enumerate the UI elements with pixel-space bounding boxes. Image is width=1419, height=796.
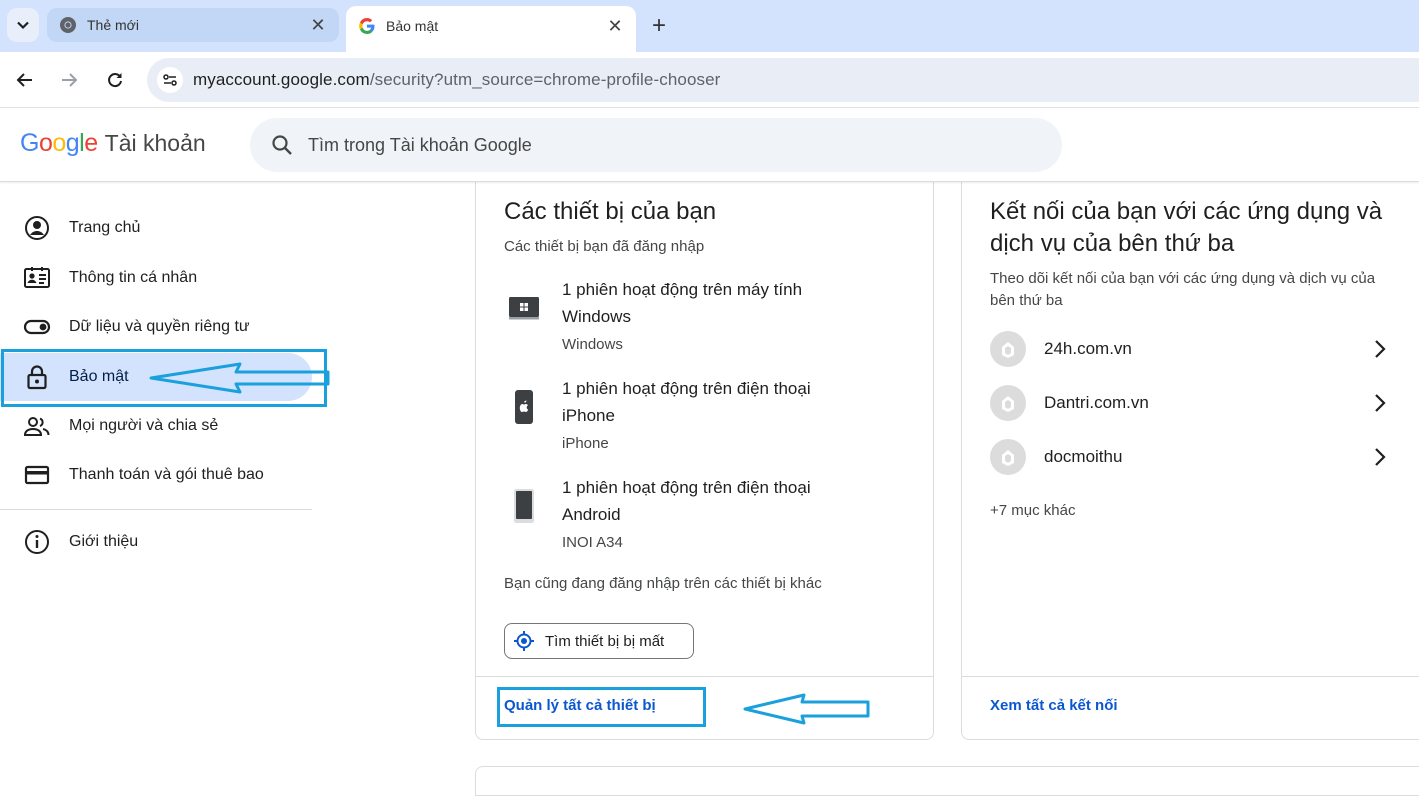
- sidebar-item-label: Dữ liệu và quyền riêng tư: [69, 318, 250, 335]
- device-item-iphone[interactable]: 1 phiên hoạt động trên điện thoại iPhone…: [504, 375, 904, 465]
- product-name: Tài khoản: [104, 130, 206, 156]
- card-divider: [962, 676, 1419, 677]
- annotation-highlight-manage-devices: [497, 687, 706, 727]
- credit-card-icon: [22, 460, 52, 490]
- connection-item[interactable]: Dantri.com.vn: [990, 383, 1390, 423]
- account-search-input[interactable]: Tìm trong Tài khoản Google: [250, 118, 1062, 172]
- plus-icon: +: [651, 12, 666, 39]
- device-title: 1 phiên hoạt động trên điện thoại Androi…: [562, 478, 811, 524]
- iphone-icon: [504, 387, 544, 427]
- connection-label: 24h.com.vn: [1044, 339, 1132, 358]
- chevron-right-icon: [1370, 393, 1390, 413]
- sidebar-item-people-sharing[interactable]: Mọi người và chia sẻ: [0, 402, 312, 450]
- connection-item[interactable]: 24h.com.vn: [990, 329, 1390, 369]
- arrow-left-icon: [16, 73, 32, 87]
- new-tab-button[interactable]: +: [644, 11, 674, 41]
- account-header: Google Tài khoản Tìm trong Tài khoản Goo…: [0, 109, 1419, 182]
- sidebar-item-data-privacy[interactable]: Dữ liệu và quyền riêng tư: [0, 303, 312, 351]
- sidebar-nav: Trang chủ Thông tin cá nhân Dữ liệu và q…: [0, 182, 320, 782]
- reload-button[interactable]: [99, 64, 131, 96]
- tab-new-tab[interactable]: Thẻ mới ✕: [47, 8, 339, 42]
- connections-card-subtitle: Theo dõi kết nối của bạn với các ứng dụn…: [990, 270, 1376, 309]
- other-devices-note: Bạn cũng đang đăng nhập trên các thiết b…: [504, 575, 822, 592]
- search-placeholder: Tìm trong Tài khoản Google: [308, 134, 532, 155]
- toggle-icon: [22, 312, 52, 342]
- site-settings-icon[interactable]: [157, 67, 183, 93]
- device-detail: Windows: [562, 336, 623, 353]
- url-text: myaccount.google.com/security?utm_source…: [193, 70, 720, 90]
- app-placeholder-icon: [990, 385, 1026, 421]
- close-icon[interactable]: ✕: [309, 15, 327, 35]
- device-title: 1 phiên hoạt động trên máy tính Windows: [562, 280, 803, 326]
- devices-card-subtitle: Các thiết bị bạn đã đăng nhập: [504, 238, 705, 255]
- url-host: myaccount.google.com: [193, 70, 370, 89]
- chevron-right-icon: [1370, 339, 1390, 359]
- google-logo: Google: [20, 129, 98, 157]
- sidebar-item-label: Thanh toán và gói thuê bao: [69, 466, 264, 483]
- sidebar-item-personal-info[interactable]: Thông tin cá nhân: [0, 254, 312, 302]
- sidebar-item-label: Trang chủ: [69, 219, 141, 236]
- device-item-android[interactable]: 1 phiên hoạt động trên điện thoại Androi…: [504, 474, 904, 564]
- connection-label: Dantri.com.vn: [1044, 393, 1149, 412]
- device-title: 1 phiên hoạt động trên điện thoại iPhone: [562, 379, 811, 425]
- url-path: /security?utm_source=chrome-profile-choo…: [369, 70, 721, 89]
- find-lost-device-label: Tìm thiết bị bị mất: [545, 632, 665, 650]
- app-placeholder-icon: [990, 439, 1026, 475]
- id-card-icon: [22, 263, 52, 293]
- find-lost-device-button[interactable]: Tìm thiết bị bị mất: [504, 623, 694, 659]
- address-bar[interactable]: myaccount.google.com/security?utm_source…: [147, 58, 1419, 102]
- arrow-right-icon: [62, 73, 78, 87]
- sidebar-item-label: Mọi người và chia sẻ: [69, 417, 219, 434]
- card-divider: [476, 676, 933, 677]
- tab-title: Bảo mật: [386, 18, 439, 34]
- device-detail: INOI A34: [562, 534, 623, 551]
- tab-title: Thẻ mới: [87, 17, 139, 33]
- app-placeholder-icon: [990, 331, 1026, 367]
- sidebar-item-label: Giới thiệu: [69, 533, 139, 550]
- tab-strip: Thẻ mới ✕ Bảo mật ✕ +: [0, 0, 1419, 52]
- back-button[interactable]: [9, 64, 41, 96]
- sidebar-item-label: Thông tin cá nhân: [69, 269, 198, 286]
- connections-card: Kết nối của bạn với các ứng dụng và dịch…: [961, 182, 1419, 740]
- devices-card-title: Các thiết bị của bạn: [504, 198, 717, 225]
- reload-icon: [108, 73, 122, 88]
- sidebar-divider: [0, 509, 312, 510]
- next-card: [475, 766, 1419, 796]
- chrome-icon: [59, 16, 77, 34]
- sidebar-item-payments[interactable]: Thanh toán và gói thuê bao: [0, 451, 312, 499]
- device-detail: iPhone: [562, 435, 609, 452]
- close-icon[interactable]: ✕: [606, 16, 624, 36]
- tab-search-button[interactable]: [7, 8, 39, 42]
- annotation-arrow-icon: [743, 693, 870, 725]
- connections-card-title: Kết nối của bạn với các ứng dụng và dịch…: [990, 198, 1383, 257]
- browser-toolbar: myaccount.google.com/security?utm_source…: [0, 52, 1419, 108]
- people-icon: [22, 411, 52, 441]
- sidebar-item-home[interactable]: Trang chủ: [0, 204, 312, 252]
- google-account-logo[interactable]: Google Tài khoản: [20, 129, 206, 158]
- devices-card: Các thiết bị của bạn Các thiết bị bạn đã…: [475, 182, 934, 740]
- see-all-connections-link[interactable]: Xem tất cả kết nối: [990, 697, 1118, 714]
- chevron-right-icon: [1370, 447, 1390, 467]
- search-icon: [272, 135, 292, 155]
- annotation-arrow-icon: [149, 362, 330, 394]
- more-connections-text: +7 mục khác: [990, 502, 1076, 519]
- sidebar-item-about[interactable]: Giới thiệu: [0, 518, 312, 566]
- windows-laptop-icon: [504, 288, 544, 328]
- connection-item[interactable]: docmoithu: [990, 437, 1390, 477]
- google-g-icon: [358, 17, 376, 35]
- connection-label: docmoithu: [1044, 447, 1123, 466]
- android-phone-icon: [504, 486, 544, 526]
- locate-icon: [514, 631, 534, 651]
- chevron-down-icon: [17, 21, 29, 30]
- device-item-windows[interactable]: 1 phiên hoạt động trên máy tính Windows …: [504, 276, 904, 366]
- account-circle-icon: [22, 213, 52, 243]
- forward-button[interactable]: [53, 64, 85, 96]
- tab-security[interactable]: Bảo mật ✕: [346, 6, 636, 52]
- info-icon: [22, 527, 52, 557]
